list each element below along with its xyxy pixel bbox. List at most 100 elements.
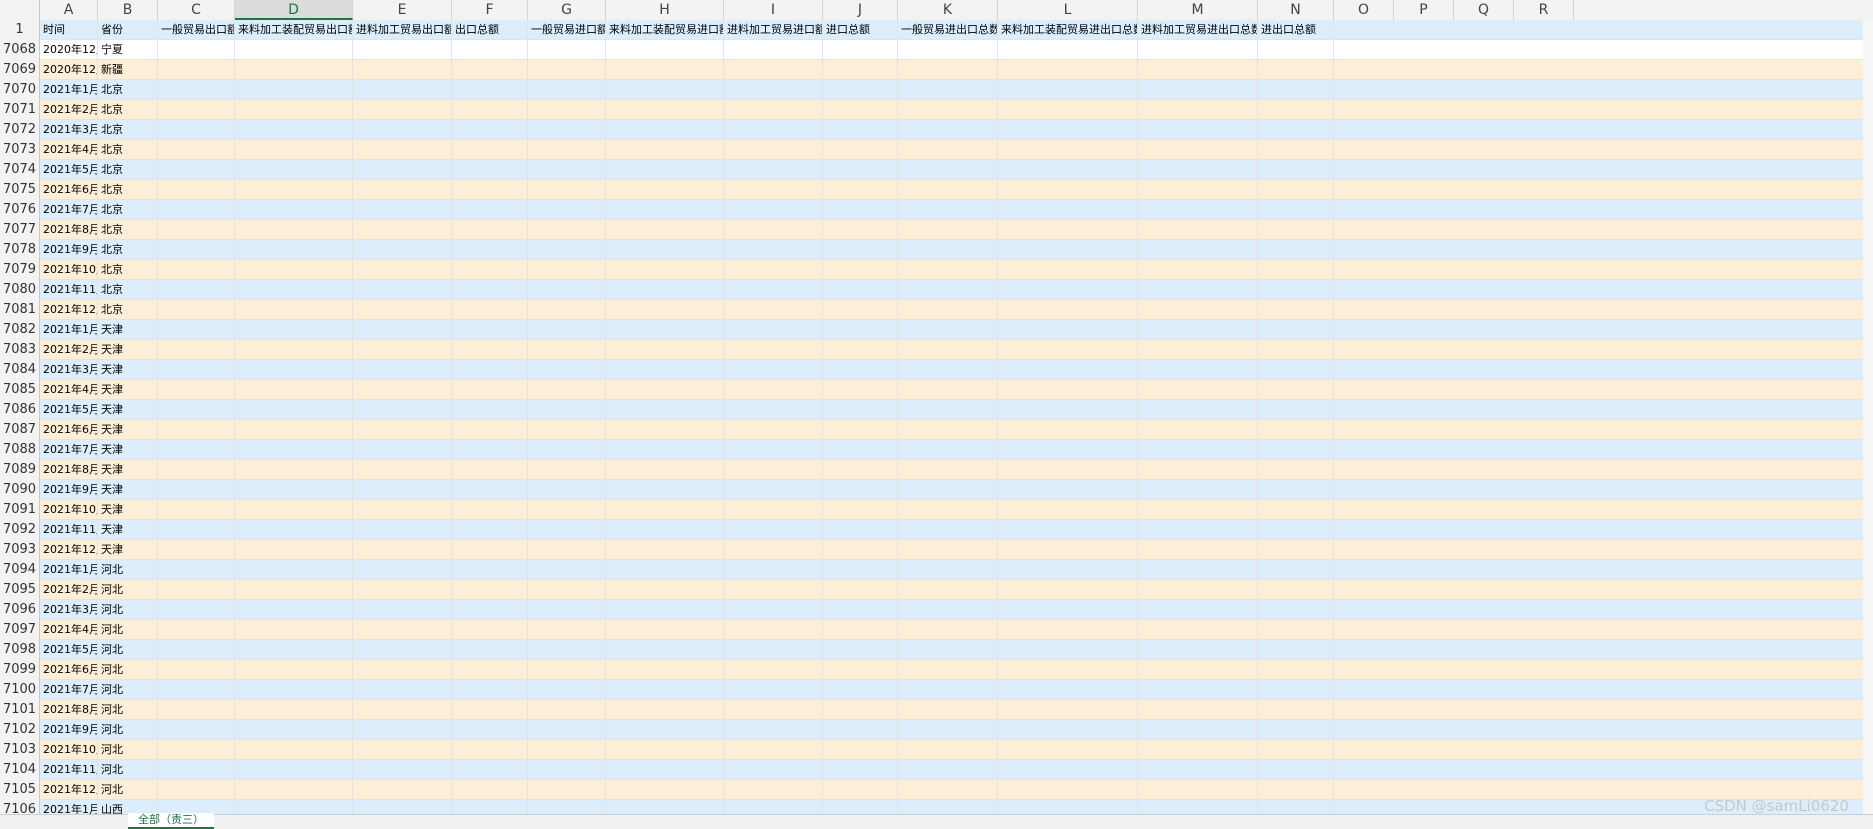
cell[interactable] <box>235 160 353 180</box>
cell[interactable] <box>452 420 528 440</box>
cell[interactable]: 2021年6月 <box>40 420 98 440</box>
cell[interactable] <box>606 120 724 140</box>
cell[interactable] <box>898 240 998 260</box>
cell[interactable] <box>998 240 1138 260</box>
cell[interactable] <box>724 660 823 680</box>
cell[interactable] <box>353 160 452 180</box>
cell[interactable] <box>998 500 1138 520</box>
cell[interactable] <box>353 600 452 620</box>
cell[interactable] <box>353 700 452 720</box>
cell[interactable] <box>823 40 898 60</box>
cell[interactable] <box>823 740 898 760</box>
cell[interactable]: 2020年12月 <box>40 40 98 60</box>
cell[interactable] <box>452 320 528 340</box>
cell[interactable]: 河北 <box>98 700 158 720</box>
cell[interactable] <box>528 300 606 320</box>
row-number[interactable]: 7081 <box>0 300 40 320</box>
cell[interactable] <box>353 640 452 660</box>
cell[interactable] <box>158 380 235 400</box>
cell[interactable] <box>724 300 823 320</box>
cell[interactable] <box>353 760 452 780</box>
row-number[interactable]: 7089 <box>0 460 40 480</box>
cell[interactable] <box>724 100 823 120</box>
cell[interactable] <box>158 720 235 740</box>
cell[interactable]: 天津 <box>98 400 158 420</box>
cell[interactable] <box>452 620 528 640</box>
row-number[interactable]: 7090 <box>0 480 40 500</box>
cell[interactable] <box>724 600 823 620</box>
cell[interactable] <box>1258 740 1334 760</box>
cell[interactable] <box>823 100 898 120</box>
select-all-corner[interactable] <box>0 0 40 20</box>
cell[interactable] <box>823 120 898 140</box>
cell[interactable] <box>158 700 235 720</box>
spreadsheet[interactable]: ABCDEFGHIJKLMNOPQR 1 时间 省份 一般贸易出口额 来料加工装配贸易出… <box>0 0 1873 829</box>
row-number[interactable]: 7103 <box>0 740 40 760</box>
cell[interactable] <box>724 440 823 460</box>
cell[interactable] <box>158 320 235 340</box>
cell[interactable]: 2021年3月 <box>40 600 98 620</box>
cell[interactable] <box>235 700 353 720</box>
cell[interactable] <box>452 120 528 140</box>
cell[interactable] <box>606 60 724 80</box>
cell[interactable] <box>1258 620 1334 640</box>
cell[interactable] <box>1138 580 1258 600</box>
column-header-O[interactable]: O <box>1334 0 1394 20</box>
cell[interactable] <box>1138 200 1258 220</box>
cell[interactable] <box>898 340 998 360</box>
cell[interactable] <box>1258 440 1334 460</box>
cell[interactable] <box>235 80 353 100</box>
cell[interactable] <box>998 420 1138 440</box>
cell[interactable] <box>158 180 235 200</box>
cell[interactable] <box>235 660 353 680</box>
cell[interactable] <box>606 740 724 760</box>
row-number[interactable]: 7075 <box>0 180 40 200</box>
cell[interactable] <box>528 200 606 220</box>
cell[interactable] <box>724 240 823 260</box>
cell[interactable] <box>528 540 606 560</box>
cell[interactable] <box>606 320 724 340</box>
cell[interactable] <box>898 400 998 420</box>
cell[interactable] <box>235 180 353 200</box>
cell[interactable]: 北京 <box>98 300 158 320</box>
cell[interactable] <box>353 180 452 200</box>
cell[interactable] <box>353 380 452 400</box>
cell[interactable] <box>1258 60 1334 80</box>
cell[interactable] <box>528 380 606 400</box>
header-cell[interactable]: 一般贸易进出口总数 <box>898 20 998 40</box>
cell[interactable] <box>1138 180 1258 200</box>
cell[interactable] <box>353 300 452 320</box>
row-number[interactable]: 7085 <box>0 380 40 400</box>
column-header-G[interactable]: G <box>528 0 606 20</box>
header-cell[interactable]: 进料加工贸易进出口总数 <box>1138 20 1258 40</box>
cell[interactable] <box>1138 360 1258 380</box>
header-cell[interactable]: 时间 <box>40 20 98 40</box>
cell[interactable] <box>528 80 606 100</box>
cell[interactable] <box>898 480 998 500</box>
cell[interactable] <box>823 560 898 580</box>
header-cell[interactable]: 进口总额 <box>823 20 898 40</box>
cell[interactable] <box>528 260 606 280</box>
cell[interactable] <box>606 380 724 400</box>
cell[interactable] <box>1138 340 1258 360</box>
cell[interactable] <box>823 620 898 640</box>
cell[interactable] <box>353 400 452 420</box>
cell[interactable]: 北京 <box>98 80 158 100</box>
header-cell[interactable]: 进出口总额 <box>1258 20 1334 40</box>
cell[interactable] <box>452 540 528 560</box>
cell[interactable] <box>724 200 823 220</box>
cell[interactable] <box>452 760 528 780</box>
cell[interactable] <box>235 600 353 620</box>
cell[interactable]: 北京 <box>98 160 158 180</box>
cell[interactable] <box>452 180 528 200</box>
cell[interactable] <box>528 560 606 580</box>
cell[interactable] <box>898 560 998 580</box>
header-cell[interactable]: 省份 <box>98 20 158 40</box>
cell[interactable] <box>353 260 452 280</box>
row-number[interactable]: 7098 <box>0 640 40 660</box>
cell[interactable] <box>1258 140 1334 160</box>
cell[interactable]: 天津 <box>98 540 158 560</box>
cell[interactable] <box>235 680 353 700</box>
cell[interactable] <box>823 360 898 380</box>
cell[interactable] <box>998 600 1138 620</box>
